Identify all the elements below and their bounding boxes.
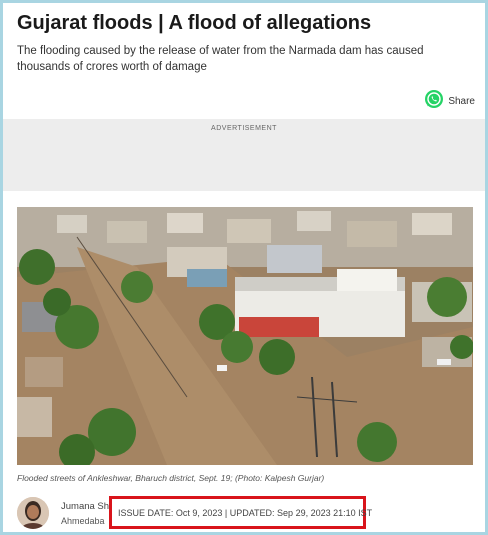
article-frame: Gujarat floods | A flood of allegations … [0,0,488,535]
photo-caption: Flooded streets of Ankleshwar, Bharuch d… [17,473,325,483]
share-label: Share [448,96,475,107]
author-name[interactable]: Jumana Sha [61,501,114,512]
highlighted-dates-box: ISSUE DATE: Oct 9, 2023 | UPDATED: Sep 2… [109,496,372,529]
advertisement-slot[interactable]: ADVERTISEMENT [3,119,485,191]
whatsapp-icon [424,89,444,114]
share-button[interactable]: Share [424,89,475,114]
article-title: Gujarat floods | A flood of allegations [17,12,372,34]
author-avatar[interactable] [17,497,49,529]
article-subtitle: The flooding caused by the release of wa… [17,45,424,73]
advertisement-label: ADVERTISEMENT [211,125,277,132]
author-location: Ahmedaba [61,516,105,526]
flood-photo [17,207,473,465]
issue-updated-dates: ISSUE DATE: Oct 9, 2023 | UPDATED: Sep 2… [118,507,373,518]
